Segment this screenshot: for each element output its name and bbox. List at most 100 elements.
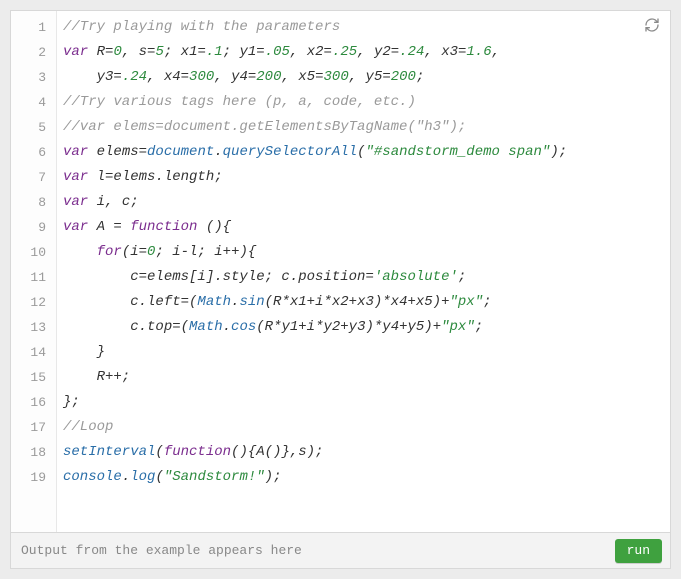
code-token: for <box>97 244 122 260</box>
code-token: 'absolute' <box>374 269 458 285</box>
code-token: (){A()},s); <box>231 444 323 460</box>
line-number: 16 <box>11 390 56 415</box>
line-number: 14 <box>11 340 56 365</box>
line-number: 13 <box>11 315 56 340</box>
code-token: , y5= <box>349 69 391 85</box>
code-token: sin <box>239 294 264 310</box>
code-token: , <box>492 44 500 60</box>
line-gutter: 12345678910111213141516171819 <box>11 11 57 532</box>
line-number: 4 <box>11 90 56 115</box>
line-number: 5 <box>11 115 56 140</box>
line-number: 11 <box>11 265 56 290</box>
code-line[interactable]: } <box>63 340 664 365</box>
code-token: ); <box>550 144 567 160</box>
code-token: cos <box>231 319 256 335</box>
code-line[interactable]: //Try playing with the parameters <box>63 15 664 40</box>
code-line[interactable]: setInterval(function(){A()},s); <box>63 440 664 465</box>
code-token: ; <box>475 319 483 335</box>
output-bar: Output from the example appears here run <box>11 532 670 568</box>
code-token: //Loop <box>63 419 113 435</box>
code-token: document <box>147 144 214 160</box>
line-number: 1 <box>11 15 56 40</box>
code-line[interactable]: R++; <box>63 365 664 390</box>
code-token: ( <box>155 469 163 485</box>
code-token: "Sandstorm!" <box>164 469 265 485</box>
code-token: .24 <box>122 69 147 85</box>
code-token: var <box>63 44 88 60</box>
code-token: . <box>122 469 130 485</box>
code-token: //Try playing with the parameters <box>63 19 340 35</box>
code-token: i, c; <box>88 194 138 210</box>
run-button[interactable]: run <box>615 539 662 563</box>
code-token: 5 <box>155 44 163 60</box>
code-token: 300 <box>189 69 214 85</box>
code-token: . <box>223 319 231 335</box>
code-token: y3= <box>63 69 122 85</box>
code-token: 1.6 <box>466 44 491 60</box>
code-token: , x3= <box>424 44 466 60</box>
code-line[interactable]: //Loop <box>63 415 664 440</box>
code-line[interactable]: //Try various tags here (p, a, code, etc… <box>63 90 664 115</box>
line-number: 19 <box>11 465 56 490</box>
code-token: //var elems=document.getElementsByTagNam… <box>63 119 466 135</box>
code-line[interactable]: var l=elems.length; <box>63 165 664 190</box>
code-line[interactable]: c.left=(Math.sin(R*x1+i*x2+x3)*x4+x5)+"p… <box>63 290 664 315</box>
code-token: var <box>63 169 88 185</box>
code-token: var <box>63 194 88 210</box>
line-number: 17 <box>11 415 56 440</box>
code-token: A = <box>88 219 130 235</box>
code-line[interactable]: c=elems[i].style; c.position='absolute'; <box>63 265 664 290</box>
line-number: 2 <box>11 40 56 65</box>
code-token: (){ <box>197 219 231 235</box>
line-number: 15 <box>11 365 56 390</box>
line-number: 10 <box>11 240 56 265</box>
line-number: 12 <box>11 290 56 315</box>
code-token: c.top=( <box>63 319 189 335</box>
code-line[interactable]: }; <box>63 390 664 415</box>
line-number: 8 <box>11 190 56 215</box>
code-line[interactable]: var i, c; <box>63 190 664 215</box>
code-token: . <box>214 144 222 160</box>
code-token: setInterval <box>63 444 155 460</box>
code-line[interactable]: var elems=document.querySelectorAll("#sa… <box>63 140 664 165</box>
code-token: "px" <box>441 319 475 335</box>
code-token: , y2= <box>357 44 399 60</box>
code-token: function <box>164 444 231 460</box>
code-token: .1 <box>206 44 223 60</box>
code-token: .05 <box>265 44 290 60</box>
line-number: 7 <box>11 165 56 190</box>
refresh-icon[interactable] <box>644 17 660 33</box>
code-token: //Try various tags here (p, a, code, etc… <box>63 94 416 110</box>
code-line[interactable]: console.log("Sandstorm!"); <box>63 465 664 490</box>
output-placeholder: Output from the example appears here <box>21 543 302 558</box>
code-token: 200 <box>391 69 416 85</box>
code-content[interactable]: //Try playing with the parametersvar R=0… <box>57 11 670 532</box>
code-line[interactable]: c.top=(Math.cos(R*y1+i*y2+y3)*y4+y5)+"px… <box>63 315 664 340</box>
code-token: ; <box>416 69 424 85</box>
code-token: (R*x1+i*x2+x3)*x4+x5)+ <box>265 294 450 310</box>
code-token: function <box>130 219 197 235</box>
code-token: log <box>130 469 155 485</box>
code-token: 300 <box>324 69 349 85</box>
line-number: 3 <box>11 65 56 90</box>
code-token: Math <box>189 319 223 335</box>
code-token: }; <box>63 394 80 410</box>
code-token: ( <box>155 444 163 460</box>
code-token: ; <box>458 269 466 285</box>
code-token: , y4= <box>214 69 256 85</box>
code-line[interactable]: var R=0, s=5; x1=.1; y1=.05, x2=.25, y2=… <box>63 40 664 65</box>
code-line[interactable]: y3=.24, x4=300, y4=200, x5=300, y5=200; <box>63 65 664 90</box>
code-editor-panel: 12345678910111213141516171819 //Try play… <box>10 10 671 569</box>
code-line[interactable]: for(i=0; i-l; i++){ <box>63 240 664 265</box>
code-token: R= <box>88 44 113 60</box>
code-token: ; x1= <box>164 44 206 60</box>
code-token: .25 <box>332 44 357 60</box>
code-token: var <box>63 144 88 160</box>
code-area[interactable]: 12345678910111213141516171819 //Try play… <box>11 11 670 532</box>
code-token <box>63 244 97 260</box>
code-line[interactable]: var A = function (){ <box>63 215 664 240</box>
code-token: ; <box>483 294 491 310</box>
code-token: querySelectorAll <box>223 144 357 160</box>
code-line[interactable]: //var elems=document.getElementsByTagNam… <box>63 115 664 140</box>
code-token: , s= <box>122 44 156 60</box>
